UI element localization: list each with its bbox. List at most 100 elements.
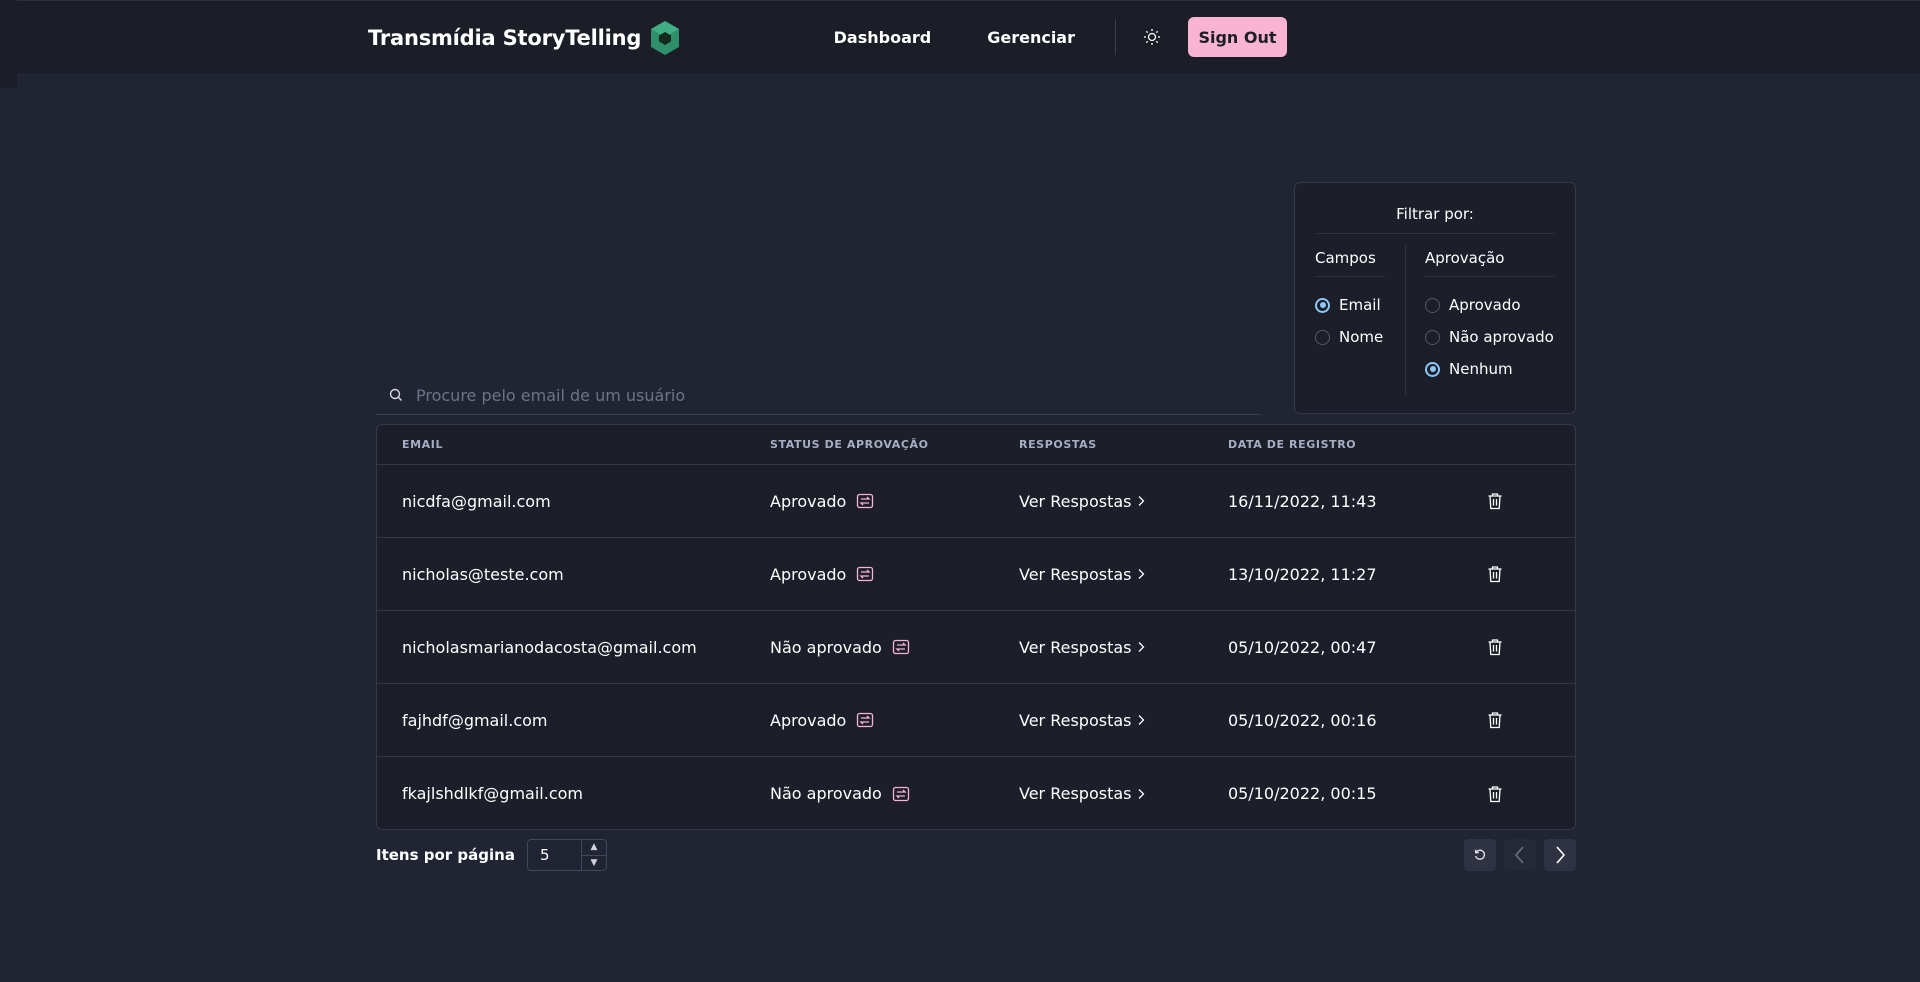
filter-aprovacao-heading: Aprovação bbox=[1425, 249, 1555, 277]
ver-respostas-link[interactable]: Ver Respostas bbox=[1019, 492, 1228, 511]
cell-status: Aprovado bbox=[770, 565, 1019, 584]
chevron-right-icon bbox=[1137, 788, 1145, 800]
stepper-down-icon[interactable]: ▼ bbox=[582, 856, 606, 871]
search-bar bbox=[376, 376, 1261, 415]
cell-status: Aprovado bbox=[770, 711, 1019, 730]
delete-button[interactable] bbox=[1475, 565, 1515, 583]
radio-indicator bbox=[1425, 297, 1440, 313]
column-header-data[interactable]: DATA DE REGISTRO bbox=[1228, 438, 1475, 451]
trash-icon bbox=[1487, 638, 1503, 656]
sun-icon bbox=[1144, 29, 1160, 45]
next-page-button[interactable] bbox=[1544, 839, 1576, 871]
swap-icon[interactable] bbox=[856, 711, 874, 729]
swap-icon[interactable] bbox=[892, 785, 910, 803]
search-input[interactable] bbox=[416, 385, 1261, 405]
main-nav: Dashboard Gerenciar Sign Out bbox=[834, 17, 1287, 57]
radio-campo-nome[interactable]: Nome bbox=[1315, 321, 1385, 353]
column-header-email[interactable]: EMAIL bbox=[377, 438, 770, 451]
cell-status: Não aprovado bbox=[770, 638, 1019, 657]
filter-aprovacao-group: Aprovação Aprovado Não aprovado Nenhum bbox=[1425, 249, 1555, 385]
trash-icon bbox=[1487, 711, 1503, 729]
radio-nenhum[interactable]: Nenhum bbox=[1425, 353, 1555, 385]
cell-status: Aprovado bbox=[770, 492, 1019, 511]
delete-button[interactable] bbox=[1475, 638, 1515, 656]
refresh-icon bbox=[1474, 849, 1486, 860]
nav-dashboard[interactable]: Dashboard bbox=[834, 28, 932, 47]
chevron-right-icon bbox=[1137, 495, 1145, 507]
radio-aprovado[interactable]: Aprovado bbox=[1425, 289, 1555, 321]
ver-respostas-link[interactable]: Ver Respostas bbox=[1019, 784, 1228, 803]
swap-icon[interactable] bbox=[892, 638, 910, 656]
nav-gerenciar[interactable]: Gerenciar bbox=[987, 28, 1075, 47]
ver-respostas-link[interactable]: Ver Respostas bbox=[1019, 565, 1228, 584]
radio-indicator bbox=[1425, 329, 1440, 345]
theme-toggle-button[interactable] bbox=[1140, 25, 1164, 49]
per-page-stepper[interactable]: 5 ▲ ▼ bbox=[526, 839, 607, 871]
cell-date: 05/10/2022, 00:15 bbox=[1228, 784, 1377, 803]
column-header-respostas[interactable]: RESPOSTAS bbox=[1019, 438, 1228, 451]
radio-label: Email bbox=[1339, 296, 1381, 314]
brand[interactable]: Transmídia StoryTelling bbox=[368, 20, 681, 56]
chevron-right-icon bbox=[1137, 641, 1145, 653]
cell-date: 05/10/2022, 00:16 bbox=[1228, 710, 1377, 730]
table-row: fajhdf@gmail.com Aprovado Ver Respostas 05/… bbox=[377, 684, 1575, 757]
respostas-text: Ver Respostas bbox=[1019, 637, 1132, 657]
status-text: Aprovado bbox=[770, 491, 847, 511]
radio-campo-email[interactable]: Email bbox=[1315, 289, 1385, 321]
radio-label: Não aprovado bbox=[1449, 328, 1554, 346]
radio-label: Nenhum bbox=[1449, 360, 1513, 378]
previous-page-button[interactable] bbox=[1504, 839, 1536, 871]
radio-label: Aprovado bbox=[1449, 296, 1521, 314]
filter-divider bbox=[1405, 245, 1406, 395]
search-icon bbox=[389, 388, 402, 401]
items-per-page: Itens por página 5 ▲ ▼ bbox=[376, 839, 607, 871]
cell-date: 05/10/2022, 00:47 bbox=[1228, 637, 1377, 657]
cell-email: nicholas@teste.com bbox=[402, 564, 564, 584]
reset-page-button[interactable] bbox=[1464, 839, 1496, 871]
chevron-right-icon bbox=[1137, 568, 1145, 580]
filter-campos-heading: Campos bbox=[1315, 249, 1385, 277]
delete-button[interactable] bbox=[1475, 785, 1515, 803]
sign-out-button[interactable]: Sign Out bbox=[1188, 17, 1287, 57]
filter-title: Filtrar por: bbox=[1315, 205, 1555, 234]
delete-button[interactable] bbox=[1475, 711, 1515, 729]
table-row: nicholas@teste.com Aprovado Ver Respostas 1… bbox=[377, 538, 1575, 611]
cell-date: 16/11/2022, 11:43 bbox=[1228, 491, 1377, 511]
trash-icon bbox=[1487, 492, 1503, 510]
ver-respostas-link[interactable]: Ver Respostas bbox=[1019, 638, 1228, 657]
cell-date: 13/10/2022, 11:27 bbox=[1228, 564, 1377, 584]
cell-email: fkajlshdlkf@gmail.com bbox=[402, 784, 583, 803]
swap-icon[interactable] bbox=[856, 565, 874, 583]
respostas-text: Ver Respostas bbox=[1019, 710, 1132, 730]
table-row: nicdfa@gmail.com Aprovado Ver Respostas 16/… bbox=[377, 465, 1575, 538]
table-header: EMAIL STATUS DE APROVAÇÃO RESPOSTAS DATA… bbox=[377, 425, 1575, 465]
filter-panel: Filtrar por: Campos Email Nome Aprovação… bbox=[1294, 182, 1576, 414]
chevron-right-icon bbox=[1137, 714, 1145, 726]
window-corner bbox=[0, 0, 17, 88]
table-row: fkajlshdlkf@gmail.com Não aprovado Ver Res… bbox=[377, 757, 1575, 829]
trash-icon bbox=[1487, 565, 1503, 583]
radio-nao-aprovado[interactable]: Não aprovado bbox=[1425, 321, 1555, 353]
table-row: nicholasmarianodacosta@gmail.com Não apro… bbox=[377, 611, 1575, 684]
filter-campos-group: Campos Email Nome bbox=[1315, 249, 1385, 353]
status-text: Não aprovado bbox=[770, 637, 882, 657]
radio-indicator bbox=[1315, 297, 1330, 313]
status-text: Aprovado bbox=[770, 564, 847, 584]
cell-email: nicholasmarianodacosta@gmail.com bbox=[402, 637, 697, 657]
cell-email: fajhdf@gmail.com bbox=[402, 710, 548, 730]
swap-icon[interactable] bbox=[856, 492, 874, 510]
respostas-text: Ver Respostas bbox=[1019, 564, 1132, 584]
ver-respostas-link[interactable]: Ver Respostas bbox=[1019, 711, 1228, 730]
radio-indicator bbox=[1315, 329, 1330, 345]
brand-title: Transmídia StoryTelling bbox=[368, 26, 642, 50]
stepper-buttons: ▲ ▼ bbox=[580, 840, 606, 871]
radio-indicator bbox=[1425, 361, 1440, 377]
respostas-text: Ver Respostas bbox=[1019, 491, 1132, 511]
cell-email: nicdfa@gmail.com bbox=[402, 491, 551, 511]
chevron-left-icon bbox=[1514, 846, 1524, 864]
stepper-up-icon[interactable]: ▲ bbox=[581, 840, 606, 856]
per-page-value[interactable]: 5 bbox=[528, 846, 581, 864]
delete-button[interactable] bbox=[1475, 492, 1515, 510]
pagination-controls bbox=[1464, 839, 1576, 871]
column-header-status[interactable]: STATUS DE APROVAÇÃO bbox=[770, 438, 1019, 451]
